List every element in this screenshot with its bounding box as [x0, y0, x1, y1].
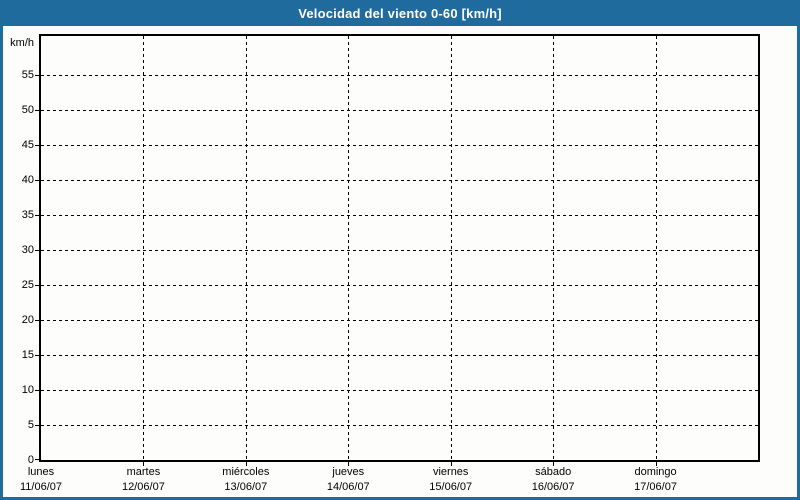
v-gridline — [450, 36, 452, 460]
x-date-label: 14/06/07 — [326, 481, 370, 493]
x-day-label: viernes — [432, 466, 469, 478]
h-gridline — [41, 110, 758, 112]
h-gridline — [41, 215, 758, 217]
x-date-label: 15/06/07 — [429, 481, 473, 493]
h-gridline — [41, 180, 758, 182]
y-tick-mark — [35, 110, 39, 112]
h-gridline — [41, 145, 758, 147]
x-date-label: 11/06/07 — [19, 481, 62, 493]
x-day-label: miércoles — [222, 466, 270, 478]
y-axis-unit-label: km/h — [10, 37, 34, 49]
y-tick-label: 50 — [21, 104, 34, 117]
y-tick-label: 30 — [21, 244, 34, 257]
y-tick-label: 25 — [21, 279, 34, 292]
y-tick-label: 20 — [21, 314, 34, 327]
y-tick-mark — [35, 75, 39, 77]
y-tick-label: 35 — [21, 209, 34, 222]
h-gridline — [41, 355, 758, 357]
x-date-label: 13/06/07 — [224, 481, 268, 493]
x-date-label: 16/06/07 — [531, 481, 575, 493]
x-day-label: domingo — [634, 466, 677, 478]
h-gridline — [41, 75, 758, 77]
y-tick-mark — [35, 425, 39, 427]
y-tick-label: 10 — [21, 384, 34, 397]
x-day-label: jueves — [332, 466, 365, 478]
v-gridline — [655, 36, 657, 460]
y-tick-label: 5 — [27, 419, 34, 432]
x-date-label: 17/06/07 — [634, 481, 677, 493]
y-tick-label: 55 — [21, 69, 34, 82]
x-date-label: 12/06/07 — [122, 481, 165, 493]
y-tick-mark — [35, 355, 39, 357]
h-gridline — [41, 320, 758, 322]
x-day-label: lunes — [27, 466, 55, 478]
y-tick-label: 45 — [21, 139, 34, 152]
y-tick-label: 40 — [21, 174, 34, 187]
h-gridline — [41, 250, 758, 252]
x-day-label: sábado — [535, 466, 572, 478]
y-tick-label: 15 — [21, 349, 34, 362]
y-tick-mark — [35, 250, 39, 252]
y-tick-mark — [35, 180, 39, 182]
chart-titlebar: Velocidad del viento 0-60 [km/h] — [0, 0, 800, 26]
plot-area — [39, 34, 760, 462]
y-tick-mark — [35, 459, 39, 460]
y-tick-mark — [35, 285, 39, 287]
h-gridline — [41, 425, 758, 427]
v-gridline — [143, 36, 145, 460]
y-tick-mark — [35, 215, 39, 217]
x-day-label: martes — [126, 466, 161, 478]
chart-title: Velocidad del viento 0-60 [km/h] — [298, 5, 502, 21]
y-tick-mark — [35, 320, 39, 322]
y-tick-mark — [35, 390, 39, 392]
v-gridline — [245, 36, 247, 460]
v-gridline — [348, 36, 350, 460]
h-gridline — [41, 390, 758, 392]
y-tick-mark — [35, 145, 39, 147]
window-frame-left — [0, 0, 3, 500]
h-gridline — [41, 285, 758, 287]
chart-window: Velocidad del viento 0-60 [km/h] km/h 05… — [0, 0, 800, 500]
v-gridline — [553, 36, 555, 460]
